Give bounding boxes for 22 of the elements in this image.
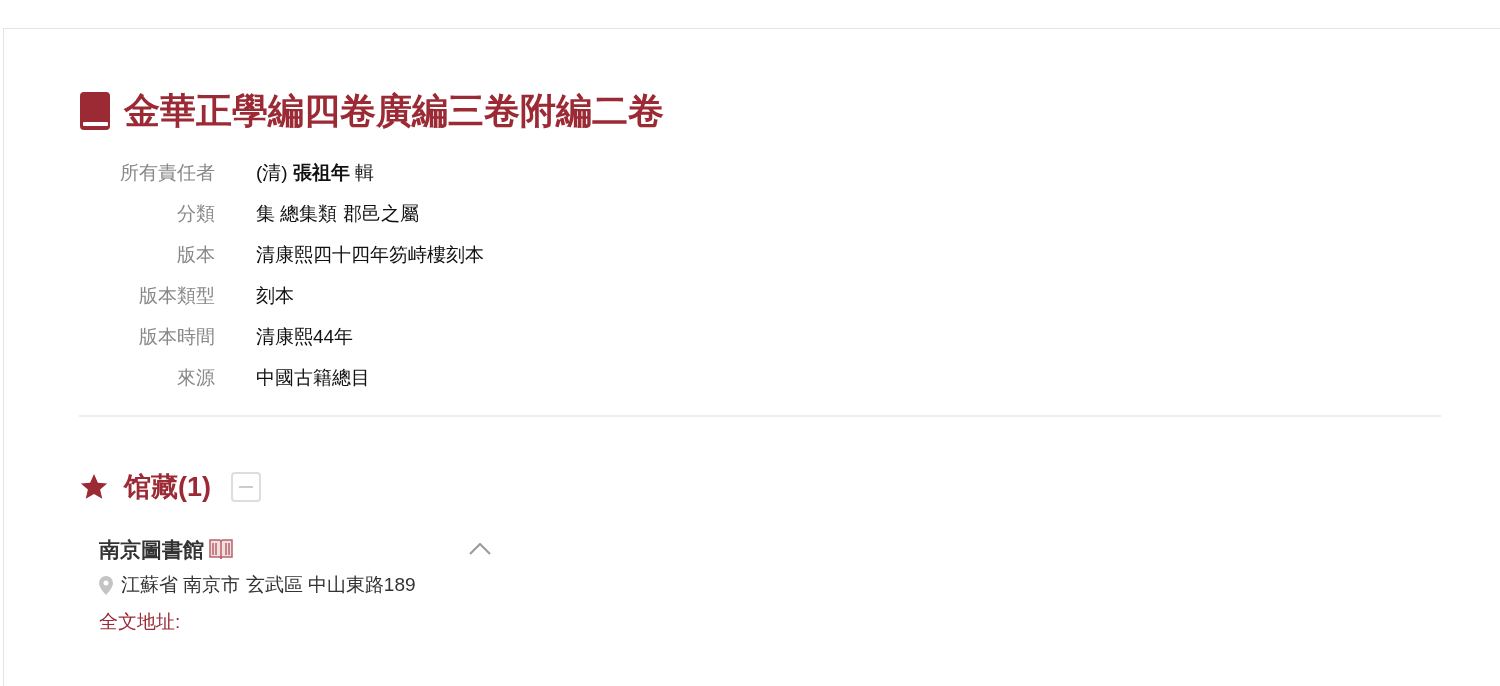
field-label: 版本 bbox=[176, 243, 215, 267]
field-value: 清康熙44年 bbox=[256, 325, 354, 349]
library-name: 南京圖書館 bbox=[99, 536, 204, 563]
section-heading: 馆藏(1) bbox=[124, 471, 211, 504]
field-value: 清康熙四十四年笏峙樓刻本 bbox=[256, 243, 484, 267]
location-pin-icon bbox=[99, 575, 113, 595]
field-label: 來源 bbox=[176, 366, 215, 390]
full-text-link[interactable]: 全文地址: bbox=[99, 607, 491, 636]
library-address: 江蘇省 南京市 玄武區 中山東路189 bbox=[121, 573, 416, 597]
field-value: (清) 張祖年 輯 bbox=[256, 161, 375, 185]
field-value: 刻本 bbox=[256, 284, 294, 308]
collapse-button[interactable] bbox=[231, 472, 261, 503]
chevron-up-icon[interactable] bbox=[469, 543, 491, 556]
field-label: 版本時間 bbox=[138, 325, 215, 349]
page-title: 金華正學編四卷廣編三卷附編二卷 bbox=[124, 93, 664, 129]
book-icon bbox=[79, 91, 111, 131]
field-value: 集 總集類 郡邑之屬 bbox=[256, 202, 419, 226]
field-label: 所有責任者 bbox=[119, 161, 215, 185]
field-value: 中國古籍總目 bbox=[256, 366, 370, 390]
field-label: 版本類型 bbox=[138, 284, 215, 308]
open-book-icon bbox=[208, 538, 234, 561]
field-label: 分類 bbox=[176, 202, 215, 226]
